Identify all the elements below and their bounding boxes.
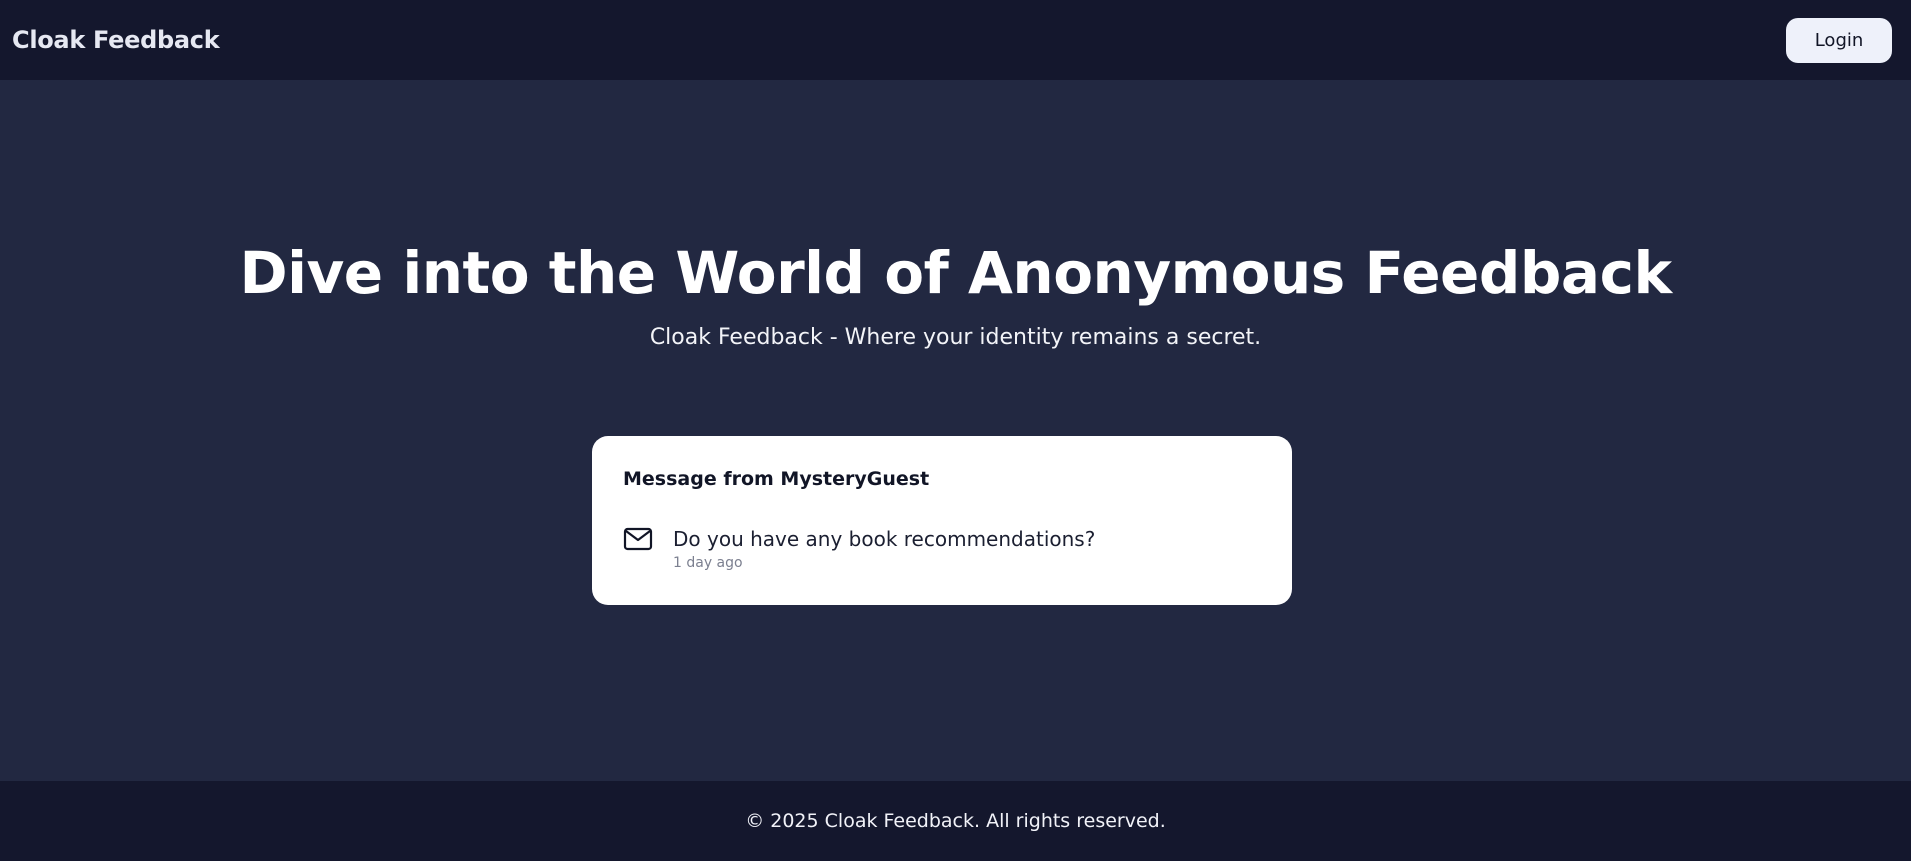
hero-subtitle: Cloak Feedback - Where your identity rem… <box>649 325 1262 350</box>
message-card[interactable]: Message from MysteryGuest Do you have an… <box>592 436 1292 605</box>
hero-title: Dive into the World of Anonymous Feedbac… <box>239 239 1672 307</box>
message-card-title: Message from MysteryGuest <box>623 468 930 490</box>
mail-icon <box>623 527 653 551</box>
brand-logo-text[interactable]: Cloak Feedback <box>12 26 220 54</box>
footer: © 2025 Cloak Feedback. All rights reserv… <box>0 781 1911 861</box>
top-navbar: Cloak Feedback Login <box>0 0 1911 80</box>
login-button[interactable]: Login <box>1786 17 1892 63</box>
message-row: Do you have any book recommendations? 1 … <box>623 526 1261 573</box>
message-text: Do you have any book recommendations? <box>673 527 1096 551</box>
footer-copyright: © 2025 Cloak Feedback. All rights reserv… <box>745 810 1166 832</box>
message-body: Do you have any book recommendations? 1 … <box>673 526 1095 573</box>
message-timestamp: 1 day ago <box>673 555 743 571</box>
hero-section: Dive into the World of Anonymous Feedbac… <box>0 80 1911 781</box>
